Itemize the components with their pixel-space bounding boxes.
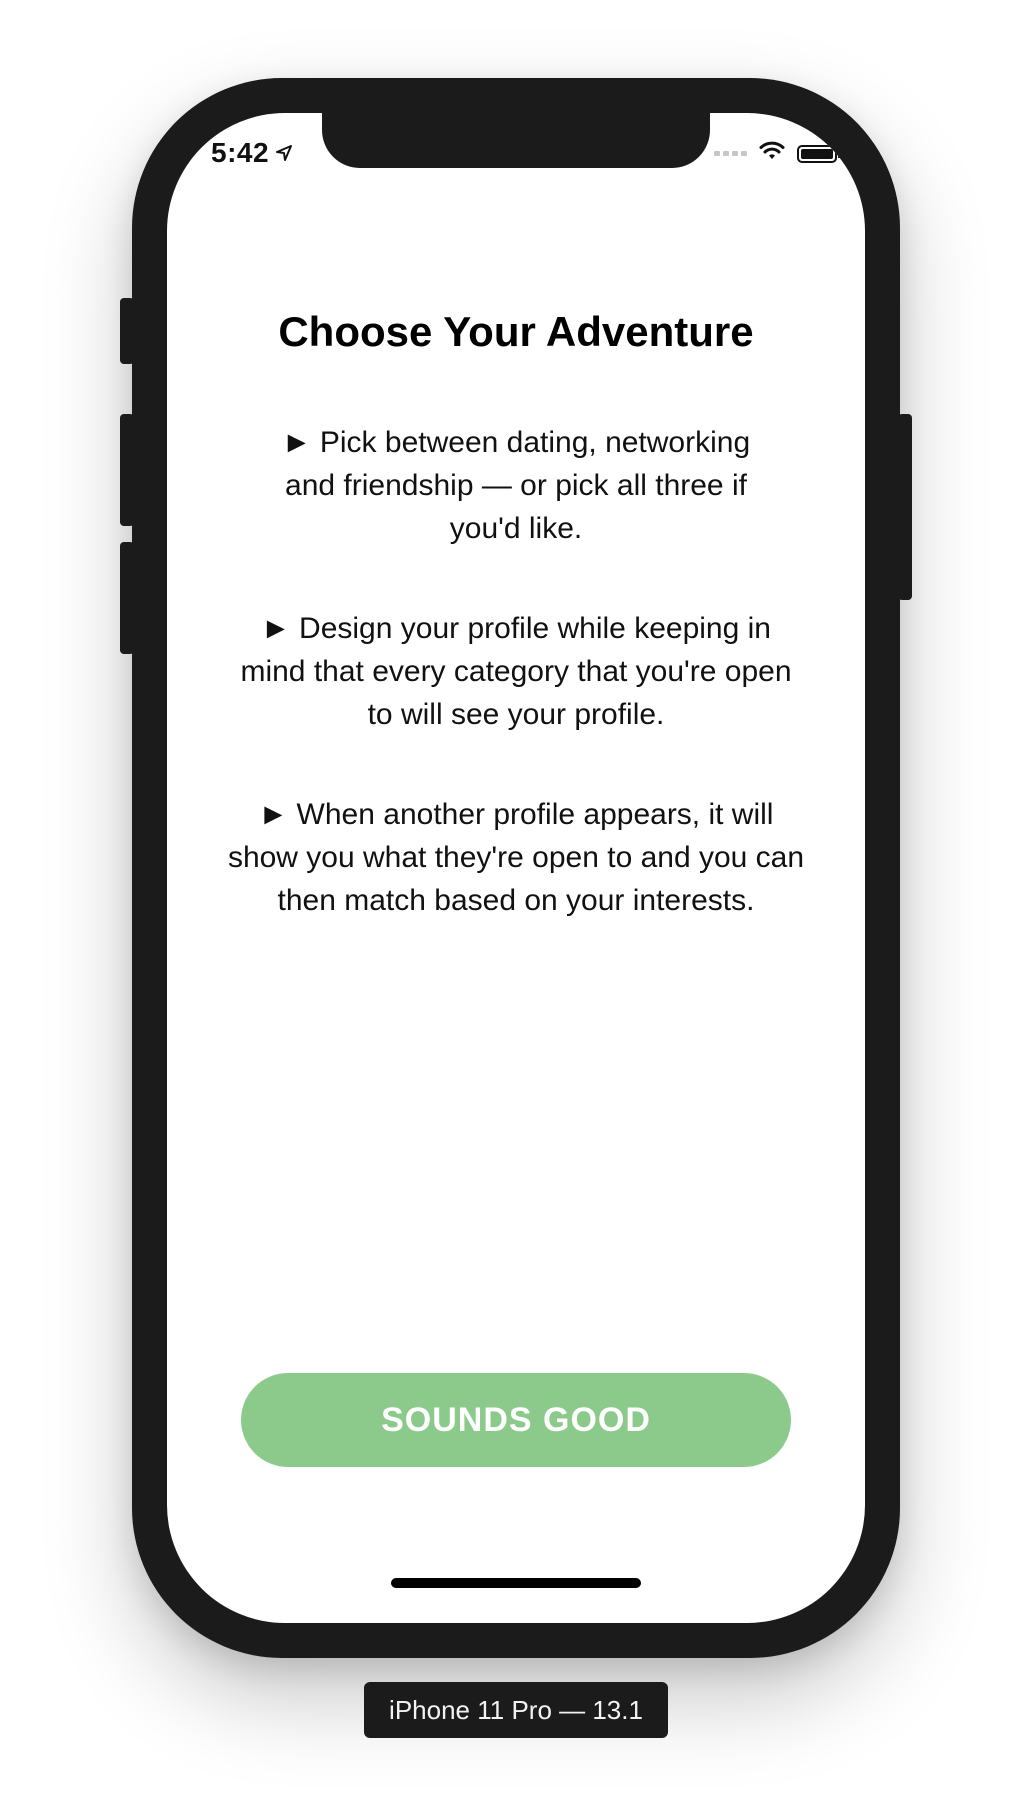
- simulator-device-label: iPhone 11 Pro — 13.1: [364, 1682, 668, 1738]
- sounds-good-button[interactable]: SOUNDS GOOD: [241, 1373, 791, 1467]
- status-time-text: 5:42: [211, 137, 270, 168]
- silent-switch: [120, 298, 134, 364]
- iphone-frame: 5:42 Choose Your Adventure ► Pick betwee…: [120, 78, 912, 1658]
- volume-down-button: [120, 542, 134, 654]
- home-indicator[interactable]: [391, 1578, 641, 1588]
- battery-level-fill: [801, 148, 833, 159]
- status-indicators: [714, 141, 841, 166]
- wifi-icon: [759, 141, 785, 166]
- status-time: 5:42: [211, 137, 293, 169]
- cellular-signal-icon: [714, 151, 747, 156]
- notch: [322, 113, 710, 168]
- instruction-design-profile: ► Design your profile while keeping in m…: [240, 612, 792, 731]
- page-title: Choose Your Adventure: [278, 308, 754, 355]
- phone-screen: 5:42 Choose Your Adventure ► Pick betwee…: [167, 113, 865, 1623]
- power-button: [898, 414, 912, 600]
- instruction-matching: ► When another profile appears, it will …: [227, 798, 805, 917]
- instruction-pick-categories: ► Pick between dating, networking and fr…: [281, 426, 751, 545]
- battery-icon: [797, 144, 841, 163]
- location-arrow-icon: [275, 137, 293, 169]
- volume-up-button: [120, 414, 134, 526]
